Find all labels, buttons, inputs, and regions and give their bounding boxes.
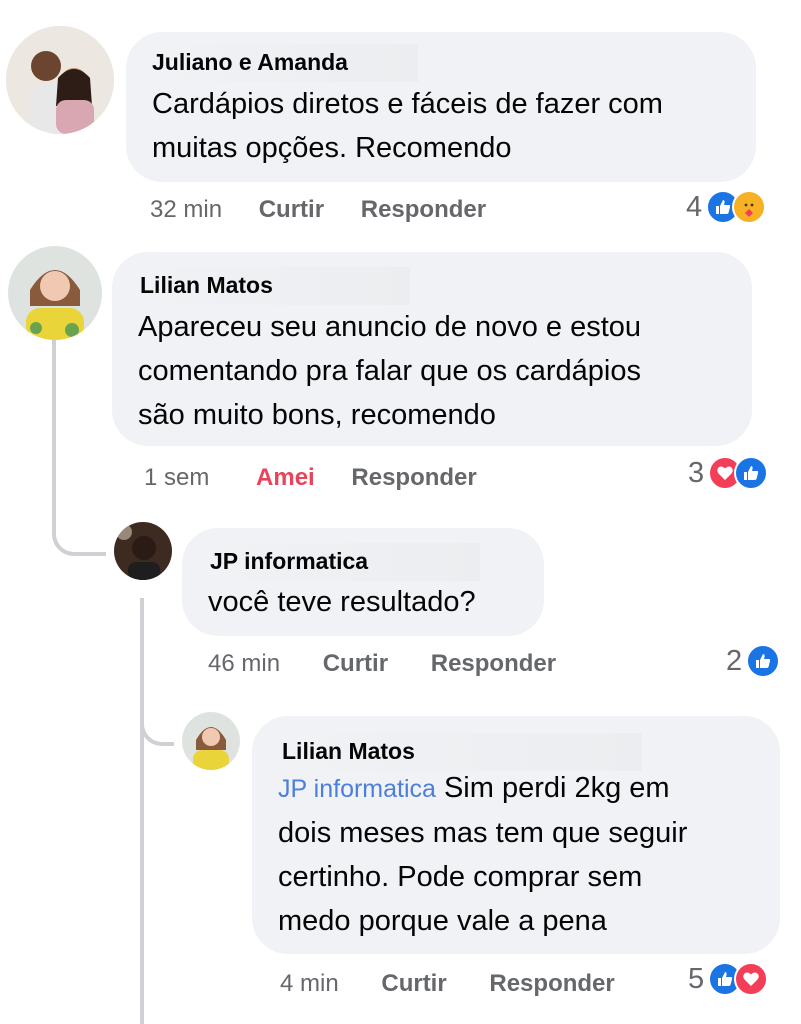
reply-button[interactable]: Responder xyxy=(351,464,476,491)
reactions[interactable]: 5 xyxy=(688,962,769,996)
reply-button[interactable]: Responder xyxy=(431,650,556,677)
reply-button[interactable]: Responder xyxy=(489,970,614,997)
reaction-count: 3 xyxy=(688,456,705,489)
comment-meta: 4 min Curtir Responder xyxy=(280,970,615,998)
thread-line xyxy=(52,340,56,520)
like-button[interactable]: Curtir xyxy=(323,650,388,677)
timestamp[interactable]: 1 sem xyxy=(144,464,209,491)
reactions[interactable]: 2 xyxy=(726,644,781,678)
thread-line xyxy=(140,598,144,1024)
comment-author[interactable]: Lilian Matos xyxy=(140,267,410,305)
comment-text: você teve resultado? xyxy=(208,586,476,618)
comment-meta: 1 sem Amei Responder xyxy=(144,464,477,492)
comment-text: Apareceu seu anuncio de novo e estou com… xyxy=(138,311,642,431)
comment-text: JP informatica Sim perdi 2kg em dois mese… xyxy=(278,772,688,937)
comment-meta: 46 min Curtir Responder xyxy=(208,650,556,678)
comment-author[interactable]: JP informatica xyxy=(210,543,480,581)
reactions[interactable]: 4 xyxy=(686,190,767,224)
reactions[interactable]: 3 xyxy=(688,456,769,490)
timestamp[interactable]: 46 min xyxy=(208,650,280,677)
avatar[interactable] xyxy=(6,26,114,134)
reply-button[interactable]: Responder xyxy=(361,196,486,223)
avatar[interactable] xyxy=(182,712,240,770)
reaction-count: 4 xyxy=(686,190,703,223)
like-icon xyxy=(746,644,781,678)
comment-author[interactable]: Juliano e Amanda xyxy=(152,44,418,82)
comment-meta: 32 min Curtir Responder xyxy=(150,196,486,224)
avatar[interactable] xyxy=(8,246,102,340)
reaction-count: 2 xyxy=(726,644,743,677)
care-icon xyxy=(732,190,767,224)
reaction-count: 5 xyxy=(688,962,705,995)
like-icon xyxy=(734,456,769,490)
heart-icon xyxy=(734,962,769,996)
comment-text: Cardápios diretos e fáceis de fazer com … xyxy=(152,88,663,164)
like-button[interactable]: Curtir xyxy=(259,196,324,223)
mention-link[interactable]: JP informatica xyxy=(278,775,436,803)
timestamp[interactable]: 4 min xyxy=(280,970,339,997)
thread-connector xyxy=(52,500,106,556)
avatar[interactable] xyxy=(114,522,172,580)
timestamp[interactable]: 32 min xyxy=(150,196,222,223)
like-button[interactable]: Curtir xyxy=(381,970,446,997)
thread-connector xyxy=(140,700,174,746)
love-button[interactable]: Amei xyxy=(256,464,315,491)
